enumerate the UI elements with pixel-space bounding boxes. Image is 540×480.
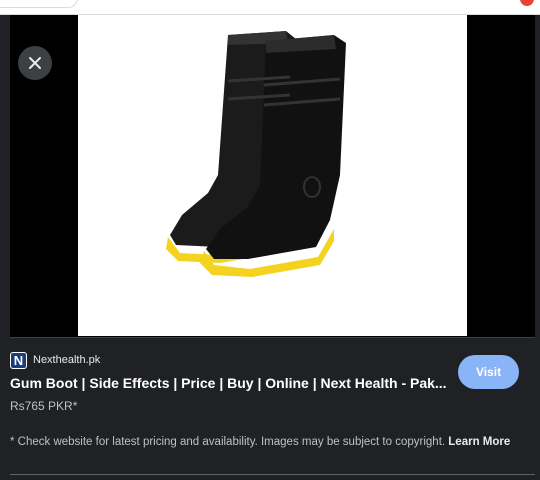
bottom-divider: [10, 474, 535, 475]
result-price: Rs765 PKR*: [10, 399, 78, 413]
product-image[interactable]: [78, 15, 467, 336]
image-viewer: [10, 15, 535, 337]
top-search-bar: [0, 0, 540, 15]
close-button[interactable]: [18, 46, 52, 80]
result-title[interactable]: Gum Boot | Side Effects | Price | Buy | …: [10, 375, 450, 391]
account-avatar[interactable]: [520, 0, 534, 6]
learn-more-link[interactable]: Learn More: [448, 436, 510, 448]
divider: [10, 337, 535, 338]
source-name: Nexthealth.pk: [33, 354, 101, 366]
search-box[interactable]: [0, 0, 78, 8]
visit-button[interactable]: Visit: [458, 355, 519, 389]
site-favicon-icon: N: [10, 351, 27, 369]
disclaimer: * Check website for latest pricing and a…: [10, 434, 532, 450]
gum-boots-illustration: [166, 31, 346, 277]
source-site[interactable]: N Nexthealth.pk: [10, 351, 100, 369]
close-icon: [29, 57, 41, 69]
disclaimer-text: * Check website for latest pricing and a…: [10, 436, 449, 448]
